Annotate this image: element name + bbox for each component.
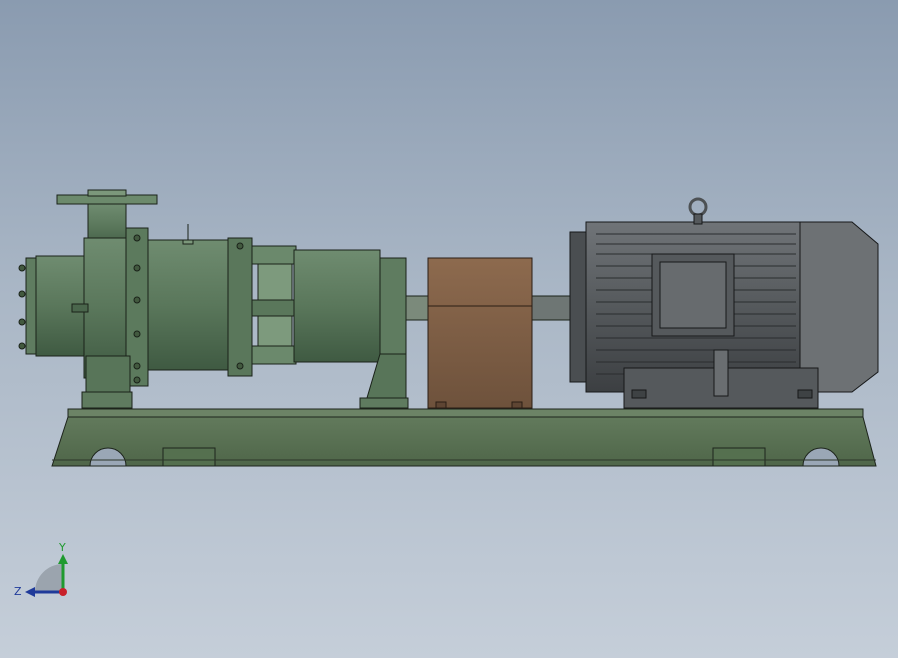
baseplate[interactable] xyxy=(51,408,877,467)
origin-icon xyxy=(59,588,67,596)
pump-assembly-model[interactable]: Y Z xyxy=(0,0,898,658)
pump-casing[interactable] xyxy=(18,189,229,409)
motor-shaft xyxy=(531,295,573,321)
graphics-viewport[interactable]: Y Z xyxy=(0,0,898,658)
coordinate-triad: Y Z xyxy=(14,541,68,598)
y-axis-label: Y xyxy=(58,541,66,554)
z-axis-label: Z xyxy=(14,585,22,598)
bearing-frame[interactable] xyxy=(227,237,409,409)
triad-arc-icon xyxy=(35,564,63,592)
coupling-guard[interactable] xyxy=(427,257,533,409)
pump-shaft xyxy=(405,295,429,321)
electric-motor[interactable] xyxy=(569,197,879,409)
